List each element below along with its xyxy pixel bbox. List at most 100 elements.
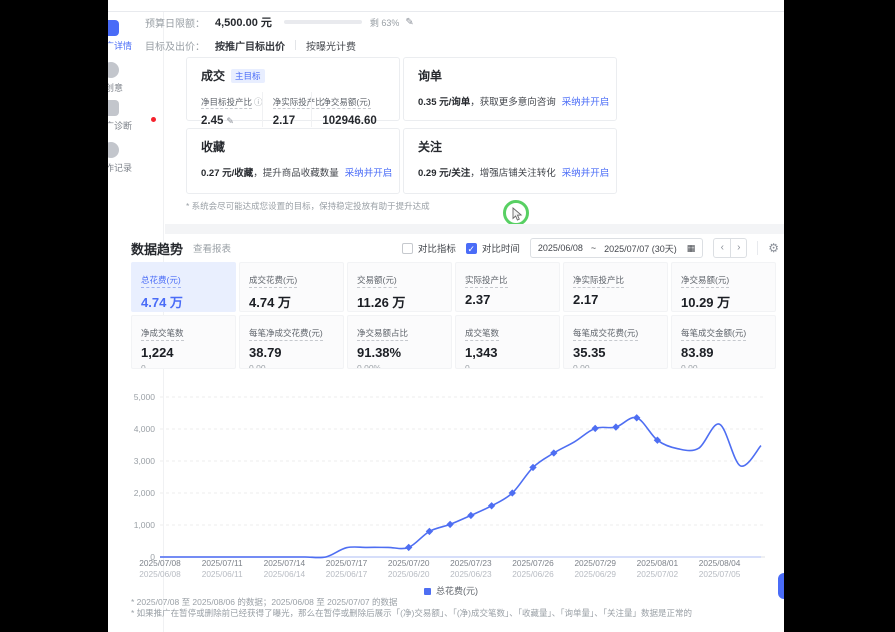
svg-text:2025/06/08: 2025/06/08 [139, 569, 181, 579]
adopt-enable-link[interactable]: 采纳并开启 [562, 97, 610, 108]
view-report-link[interactable]: 查看报表 [193, 241, 231, 255]
svg-text:2025/06/17: 2025/06/17 [326, 569, 368, 579]
goal-lead: 0.29 元/关注 [418, 168, 470, 179]
trend-card-deal-cost[interactable]: 成交花费(元)4.74 万0.00 [239, 262, 344, 312]
svg-text:4,000: 4,000 [134, 424, 156, 434]
svg-text:2025/06/20: 2025/06/20 [388, 569, 430, 579]
metric-label: 净目标投产比 [201, 97, 252, 109]
metric-value: 2.45 [201, 115, 223, 127]
sidebar-item-label: 广诊断 [108, 119, 164, 132]
trend-card-net-cost-per-order[interactable]: 每笔净成交花费(元)38.790.00 [239, 315, 344, 369]
sidebar-item-history[interactable]: 作记录 [108, 142, 164, 174]
svg-text:2025/07/05: 2025/07/05 [699, 569, 741, 579]
goal-desc: ，获取更多意向咨询 [470, 97, 556, 108]
svg-text:2,000: 2,000 [134, 488, 156, 498]
sidebar-item-diagnosis[interactable]: 广诊断 [108, 100, 164, 132]
svg-text:2025/06/14: 2025/06/14 [264, 569, 306, 579]
trend-card-roi[interactable]: 实际投产比2.370.00 [455, 262, 560, 312]
goal-desc: ，增强店铺关注转化 [470, 168, 556, 179]
date-end: 2025/07/07 (30天) [604, 242, 677, 255]
budget-value: 4,500.00 元 [215, 14, 272, 30]
adopt-enable-link[interactable]: 采纳并开启 [562, 168, 610, 179]
goal-card-deal: 成交主目标 净目标投产比ⓘ 2.45✎ 净实际投产比 2.17 净交易额(元) … [186, 57, 400, 121]
adopt-enable-link[interactable]: 采纳并开启 [345, 168, 393, 179]
metric-value: 2.17 [273, 115, 295, 127]
budget-label: 预算日限额： [145, 15, 205, 30]
trend-card-net-roi[interactable]: 净实际投产比2.170.00 [563, 262, 668, 312]
trend-card-cost-per-order[interactable]: 每笔成交花费(元)35.350.00 [563, 315, 668, 369]
goal-cards: 成交主目标 净目标投产比ⓘ 2.45✎ 净实际投产比 2.17 净交易额(元) … [186, 57, 617, 194]
goal-lead: 0.27 元/收藏 [201, 168, 253, 179]
trend-card-orders[interactable]: 成交笔数1,3430 [455, 315, 560, 369]
goal-card-inquiry: 询单 0.35 元/询单，获取更多意向咨询采纳并开启 [403, 57, 617, 121]
date-range-picker[interactable]: 2025/06/08 ~ 2025/07/07 (30天) ▦ [530, 238, 703, 258]
floating-side-button[interactable] [778, 573, 784, 599]
goal-card-favorite: 收藏 0.27 元/收藏，提升商品收藏数量采纳并开启 [186, 128, 400, 194]
svg-text:3,000: 3,000 [134, 456, 156, 466]
date-start: 2025/06/08 [538, 243, 583, 253]
bidding-row: 目标及出价： 按推广目标出价 按曝光计费 [145, 36, 356, 54]
svg-text:2025/07/11: 2025/07/11 [202, 558, 243, 568]
budget-remaining: 剩 63% [370, 16, 400, 29]
trend-metric-cards: 总花费(元)4.74 万0.00 成交花费(元)4.74 万0.00 交易额(元… [131, 262, 776, 369]
svg-text:2025/07/26: 2025/07/26 [512, 558, 554, 568]
trend-card-net-orders[interactable]: 净成交笔数1,2240 [131, 315, 236, 369]
divider [757, 241, 758, 255]
svg-text:2025/06/29: 2025/06/29 [574, 569, 616, 579]
goal-metric: 净目标投产比ⓘ 2.45✎ [201, 92, 262, 127]
bidding-label: 目标及出价： [145, 38, 205, 53]
goal-title: 关注 [418, 138, 442, 155]
promo-detail-icon [108, 20, 119, 36]
ad-campaign-dashboard: 广详情 创意 广诊断 作记录 预算日限额： 4,500.00 元 剩 63% ✎ [108, 0, 784, 632]
mouse-cursor-icon [512, 207, 524, 221]
budget-edit-icon[interactable]: ✎ [405, 17, 413, 28]
prev-period-button[interactable]: ‹ [714, 239, 730, 257]
svg-text:2025/08/04: 2025/08/04 [699, 558, 741, 568]
goal-lead: 0.35 元/询单 [418, 97, 470, 108]
primary-goal-badge: 主目标 [231, 69, 265, 83]
svg-text:2025/06/11: 2025/06/11 [202, 569, 243, 579]
legend-swatch [424, 588, 431, 595]
trend-header: 数据趋势 查看报表 对比指标 ✓ 对比时间 2025/06/08 ~ 2025/… [131, 238, 779, 258]
svg-text:2025/07/23: 2025/07/23 [450, 558, 492, 568]
svg-text:2025/07/02: 2025/07/02 [637, 569, 679, 579]
edit-icon[interactable]: ✎ [226, 116, 234, 126]
gear-icon[interactable]: ⚙ [768, 241, 779, 255]
svg-text:5,000: 5,000 [134, 392, 156, 402]
goal-metrics: 净目标投产比ⓘ 2.45✎ 净实际投产比 2.17 净交易额(元) 102946… [201, 92, 385, 127]
goal-note: * 系统会尽可能达成您设置的目标，保持稳定投放有助于提升达成 [186, 200, 430, 212]
notification-dot [151, 117, 156, 122]
trend-card-total-cost[interactable]: 总花费(元)4.74 万0.00 [131, 262, 236, 312]
trend-card-amount-per-order[interactable]: 每笔成交金额(元)83.890.00 [671, 315, 776, 369]
compare-metric-checkbox[interactable] [402, 243, 413, 254]
svg-text:2025/07/14: 2025/07/14 [264, 558, 306, 568]
budget-progress-bar [284, 20, 362, 24]
screenshot-stage: 广详情 创意 广诊断 作记录 预算日限额： 4,500.00 元 剩 63% ✎ [0, 0, 895, 632]
svg-text:2025/06/23: 2025/06/23 [450, 569, 492, 579]
compare-time-checkbox[interactable]: ✓ [466, 243, 477, 254]
bid-option-goal[interactable]: 按推广目标出价 [215, 38, 285, 53]
budget-row: 预算日限额： 4,500.00 元 剩 63% ✎ [145, 12, 414, 32]
divider [295, 40, 296, 50]
diagnosis-icon [108, 100, 119, 116]
trend-card-net-gmv[interactable]: 净交易额(元)10.29 万0.00 [671, 262, 776, 312]
section-gap [165, 224, 784, 234]
svg-text:2025/07/08: 2025/07/08 [139, 558, 181, 568]
history-icon [108, 142, 119, 158]
trend-card-net-gmv-ratio[interactable]: 净交易额占比91.38%0.00% [347, 315, 452, 369]
sidebar-item-label: 作记录 [108, 161, 164, 174]
goal-metric: 净实际投产比 2.17 [262, 92, 312, 127]
compare-metric-label: 对比指标 [418, 241, 456, 255]
date-pager: ‹ › [713, 238, 747, 258]
goal-desc: ，提升商品收藏数量 [253, 168, 339, 179]
calendar-icon: ▦ [687, 243, 696, 254]
sidebar-item-creative[interactable]: 创意 [108, 62, 164, 94]
metric-value: 102946.60 [322, 115, 376, 127]
bid-option-impression[interactable]: 按曝光计费 [306, 38, 356, 53]
next-period-button[interactable]: › [730, 239, 746, 257]
date-separator: ~ [591, 243, 596, 253]
trend-card-gmv[interactable]: 交易额(元)11.26 万0.00 [347, 262, 452, 312]
trend-line-chart: 01,0002,0003,0004,0005,0002025/07/082025… [131, 383, 771, 583]
trend-controls: 对比指标 ✓ 对比时间 2025/06/08 ~ 2025/07/07 (30天… [402, 238, 779, 258]
goal-card-follow: 关注 0.29 元/关注，增强店铺关注转化采纳并开启 [403, 128, 617, 194]
